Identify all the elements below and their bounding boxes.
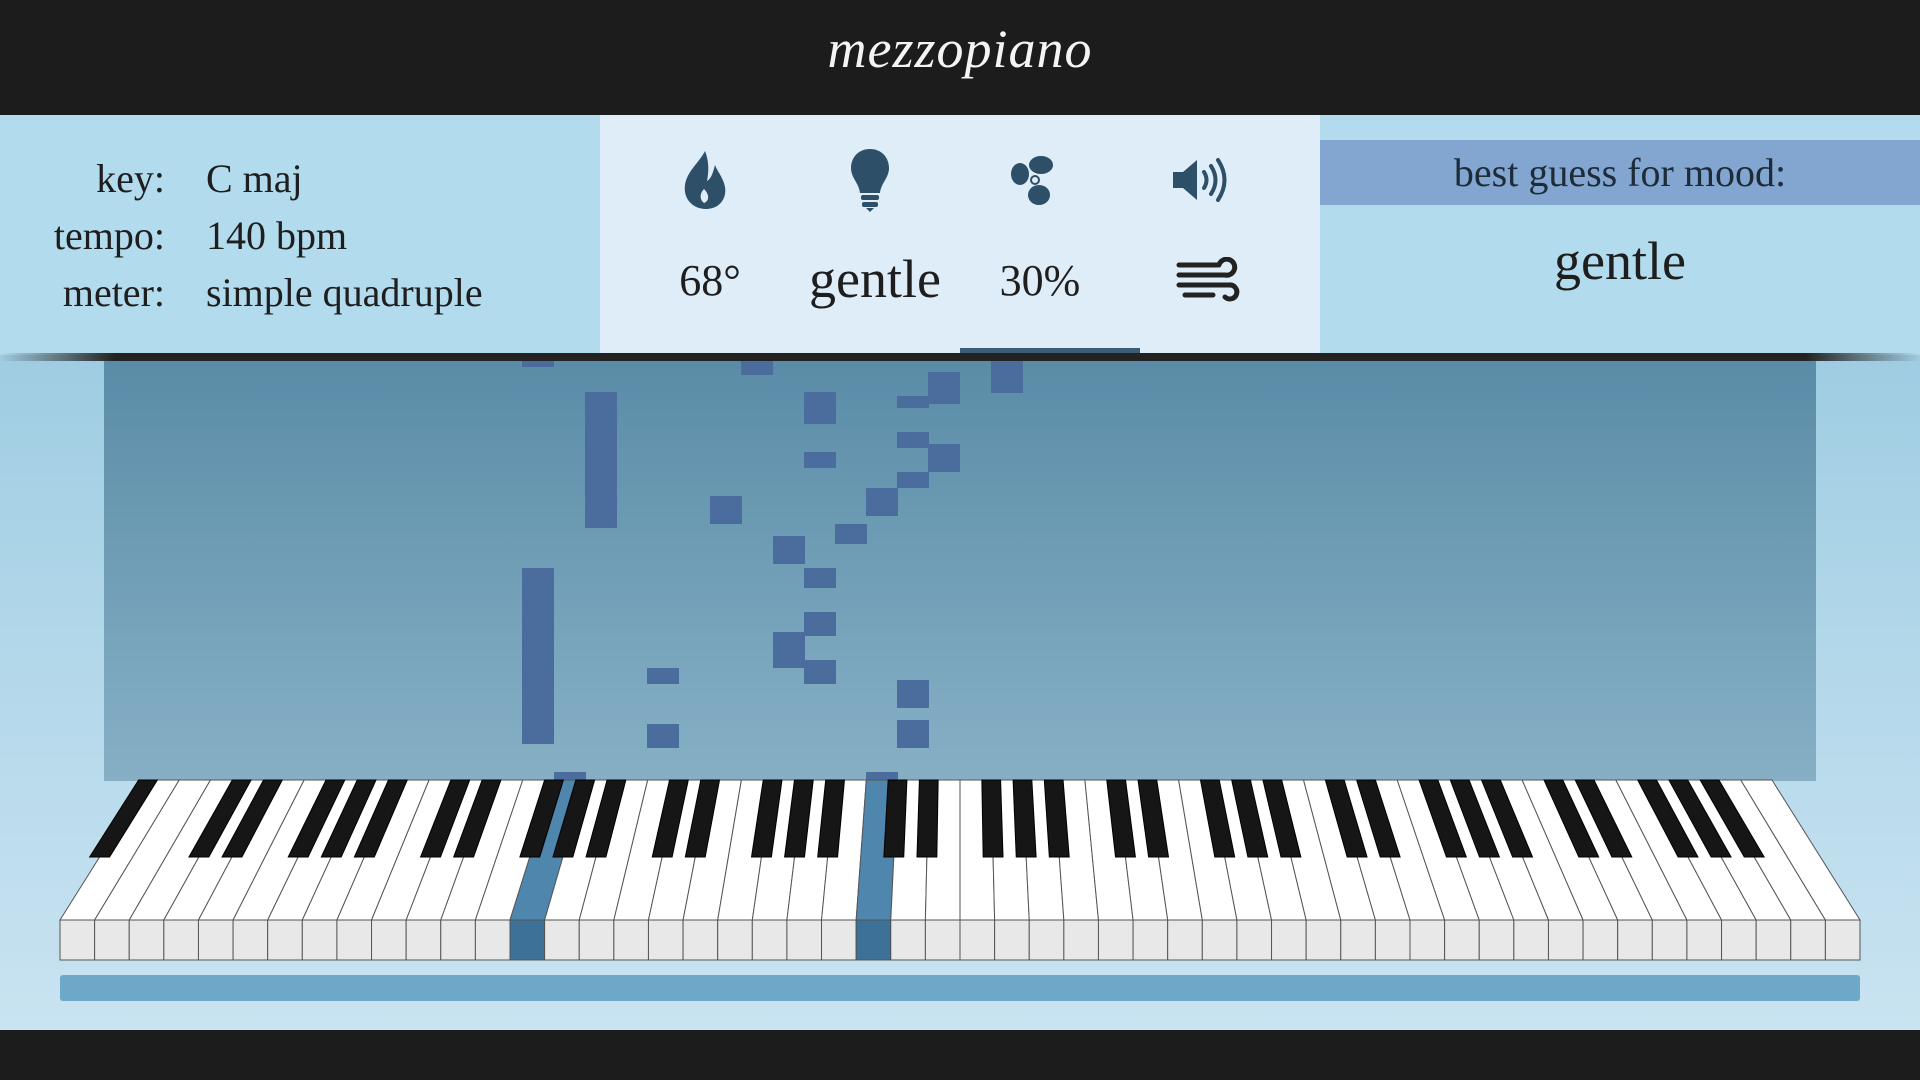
white-key-front xyxy=(440,919,476,961)
white-key-front xyxy=(751,919,788,961)
white-key-front xyxy=(959,919,996,961)
white-key-front xyxy=(821,919,857,961)
white-key-front xyxy=(59,919,96,961)
white-key-front xyxy=(1201,919,1238,961)
black-key[interactable] xyxy=(883,779,908,858)
white-key-front xyxy=(509,919,546,961)
white-key-front xyxy=(544,919,580,961)
footer-bar xyxy=(0,1030,1920,1080)
black-key[interactable] xyxy=(916,779,939,858)
playback-progress-bar xyxy=(60,975,1860,1001)
white-key-front xyxy=(890,919,926,961)
white-key-front xyxy=(786,919,823,961)
white-key-front xyxy=(1271,919,1307,961)
white-key-front xyxy=(232,919,269,961)
white-key-front xyxy=(1721,919,1757,961)
white-key-front xyxy=(405,919,442,961)
white-key-front xyxy=(578,919,615,961)
white-key-front xyxy=(717,919,753,961)
white-key-front xyxy=(1340,919,1376,961)
white-key-front xyxy=(267,919,303,961)
white-key-front xyxy=(1478,919,1515,961)
white-key-front xyxy=(371,919,407,961)
white-key-front xyxy=(1582,919,1619,961)
white-key-front xyxy=(1651,919,1688,961)
white-key-front xyxy=(1236,919,1273,961)
white-key-front xyxy=(1617,919,1653,961)
white-key-front xyxy=(855,919,892,961)
white-key-front xyxy=(1097,919,1134,961)
white-key-front xyxy=(94,919,130,961)
white-key-front xyxy=(1409,919,1446,961)
white-key-front xyxy=(1755,919,1792,961)
white-key-front xyxy=(336,919,373,961)
white-key-front xyxy=(163,919,199,961)
white-key-front xyxy=(1167,919,1203,961)
white-key-front xyxy=(1513,919,1549,961)
white-key-front xyxy=(128,919,165,961)
white-key-front xyxy=(1305,919,1342,961)
white-key-front xyxy=(1444,919,1480,961)
white-key-front xyxy=(197,919,234,961)
white-key-front xyxy=(1686,919,1723,961)
white-key-front xyxy=(1063,919,1099,961)
piano-keyboard[interactable] xyxy=(0,0,1920,970)
white-key-front xyxy=(301,919,338,961)
black-key[interactable] xyxy=(981,779,1004,858)
white-key-front xyxy=(1132,919,1169,961)
white-key-front xyxy=(994,919,1030,961)
white-key-front xyxy=(474,919,511,961)
white-key-front xyxy=(1374,919,1411,961)
white-key-front xyxy=(647,919,684,961)
white-key-front xyxy=(1547,919,1584,961)
white-key-front xyxy=(1824,919,1861,961)
white-key-front xyxy=(613,919,649,961)
white-key-front xyxy=(924,919,961,961)
white-key-front xyxy=(1790,919,1826,961)
white-key-front xyxy=(682,919,719,961)
black-key[interactable] xyxy=(1012,779,1037,858)
white-key-front xyxy=(1028,919,1065,961)
